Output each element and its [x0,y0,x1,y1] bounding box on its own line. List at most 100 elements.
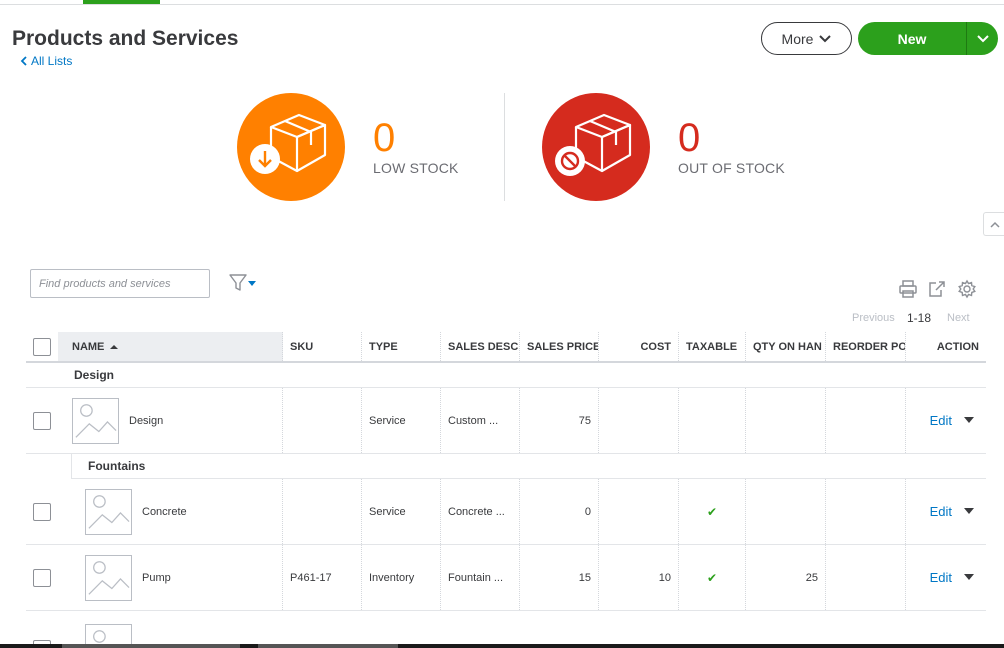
taxable-cell [679,388,746,453]
collapse-panel-button[interactable] [983,212,1004,236]
sku-cell [283,388,362,453]
products-table: NAME SKU TYPE SALES DESCR SALES PRICE CO… [26,332,986,648]
top-border [0,4,1004,5]
qty-cell: 25 [746,545,826,610]
column-header-taxable[interactable]: TAXABLE [679,332,746,361]
type-cell: Inventory [362,545,441,610]
reorder-cell [826,388,906,453]
name-cell: Design [58,388,283,453]
action-dropdown-icon[interactable] [964,417,974,424]
column-header-cost[interactable]: COST [599,332,679,361]
column-header-qty-on-hand[interactable]: QTY ON HAN [746,332,826,361]
column-name-label: NAME [72,340,105,353]
select-all-checkbox[interactable] [33,337,51,356]
pager-previous[interactable]: Previous [852,312,895,324]
sales-price-cell: 15 [520,545,599,610]
chevron-left-icon [20,56,27,66]
action-dropdown-icon[interactable] [964,574,974,581]
qty-cell [746,388,826,453]
low-stock-box-icon [250,113,327,174]
low-stock-button[interactable] [237,93,345,201]
pager-range: 1-18 [907,311,932,325]
chevron-up-icon [989,221,1000,228]
more-button[interactable]: More [761,22,852,55]
taxable-check-icon: ✔ [679,545,746,610]
print-icon[interactable] [898,279,918,299]
pager-next[interactable]: Next [947,312,970,324]
name-cell: Concrete [58,479,283,544]
group-name: Fountains [88,459,146,473]
column-header-sales-price[interactable]: SALES PRICE [520,332,599,361]
column-header-sku[interactable]: SKU [283,332,362,361]
table-row: Concrete Service Concrete ... 0 ✔ Edit [26,479,986,545]
export-icon[interactable] [927,279,947,299]
group-row-fountains: Fountains [71,454,986,479]
more-label: More [781,30,814,47]
out-of-stock-label: OUT OF STOCK [678,160,785,176]
out-of-stock-button[interactable] [542,93,650,201]
row-checkbox-cell [26,611,58,648]
edit-link[interactable]: Edit [930,504,952,519]
new-dropdown-button[interactable] [966,22,998,55]
group-row-design: Design [26,363,986,388]
image-placeholder-icon [72,397,119,444]
type-cell: Service [362,388,441,453]
sku-cell [283,479,362,544]
column-header-reorder-point[interactable]: REORDER PO [826,332,906,361]
type-cell: Service [362,479,441,544]
item-name: Concrete [142,505,187,518]
name-cell: Pump [58,545,283,610]
qty-cell [746,479,826,544]
row-checkbox-cell [26,479,58,544]
search-input[interactable] [30,269,210,298]
taskbar-segment [62,644,240,648]
item-name: Pump [142,571,171,584]
column-header-type[interactable]: TYPE [362,332,441,361]
out-of-stock-box-icon [555,113,632,176]
gear-icon[interactable] [957,279,977,299]
new-button-group: New [858,22,998,55]
page-title: Products and Services [12,27,239,50]
all-lists-link[interactable]: All Lists [20,54,72,68]
edit-link[interactable]: Edit [930,570,952,585]
action-dropdown-icon[interactable] [964,508,974,515]
cost-cell [599,388,679,453]
action-cell: Edit [906,479,986,544]
sku-cell: P461-17 [283,545,362,610]
low-stock-label: LOW STOCK [373,160,459,176]
sales-price-cell: 0 [520,479,599,544]
cost-cell: 10 [599,545,679,610]
low-stock-count: 0 [373,116,396,160]
image-placeholder-icon [85,554,132,601]
image-placeholder-icon [85,488,132,535]
row-checkbox[interactable] [33,411,51,430]
sort-ascending-icon [110,344,119,349]
group-name: Design [74,368,115,382]
new-button[interactable]: New [858,22,966,55]
row-checkbox[interactable] [33,568,51,587]
column-header-name[interactable]: NAME [58,332,283,361]
column-header-action: ACTION [936,340,979,353]
filter-icon [229,274,256,291]
action-cell: Edit [906,388,986,453]
header-checkbox-cell [26,332,58,361]
cost-cell [599,479,679,544]
row-checkbox[interactable] [33,502,51,521]
row-checkbox-cell [26,545,58,610]
reorder-cell [826,479,906,544]
sales-description-cell: Custom ... [441,388,520,453]
filter-button[interactable] [228,272,258,294]
row-checkbox-cell [26,388,58,453]
name-cell [58,611,283,648]
taxable-check-icon: ✔ [679,479,746,544]
sales-description-cell: Fountain ... [441,545,520,610]
chevron-down-icon [976,34,989,42]
table-header: NAME SKU TYPE SALES DESCR SALES PRICE CO… [26,332,986,363]
table-row: Design Service Custom ... 75 Edit [26,388,986,454]
column-header-sales-description[interactable]: SALES DESCR [441,332,520,361]
table-row-partial [26,611,986,648]
out-of-stock-count: 0 [678,116,701,160]
active-tab-indicator [83,0,160,4]
new-label: New [897,30,927,47]
edit-link[interactable]: Edit [930,413,952,428]
